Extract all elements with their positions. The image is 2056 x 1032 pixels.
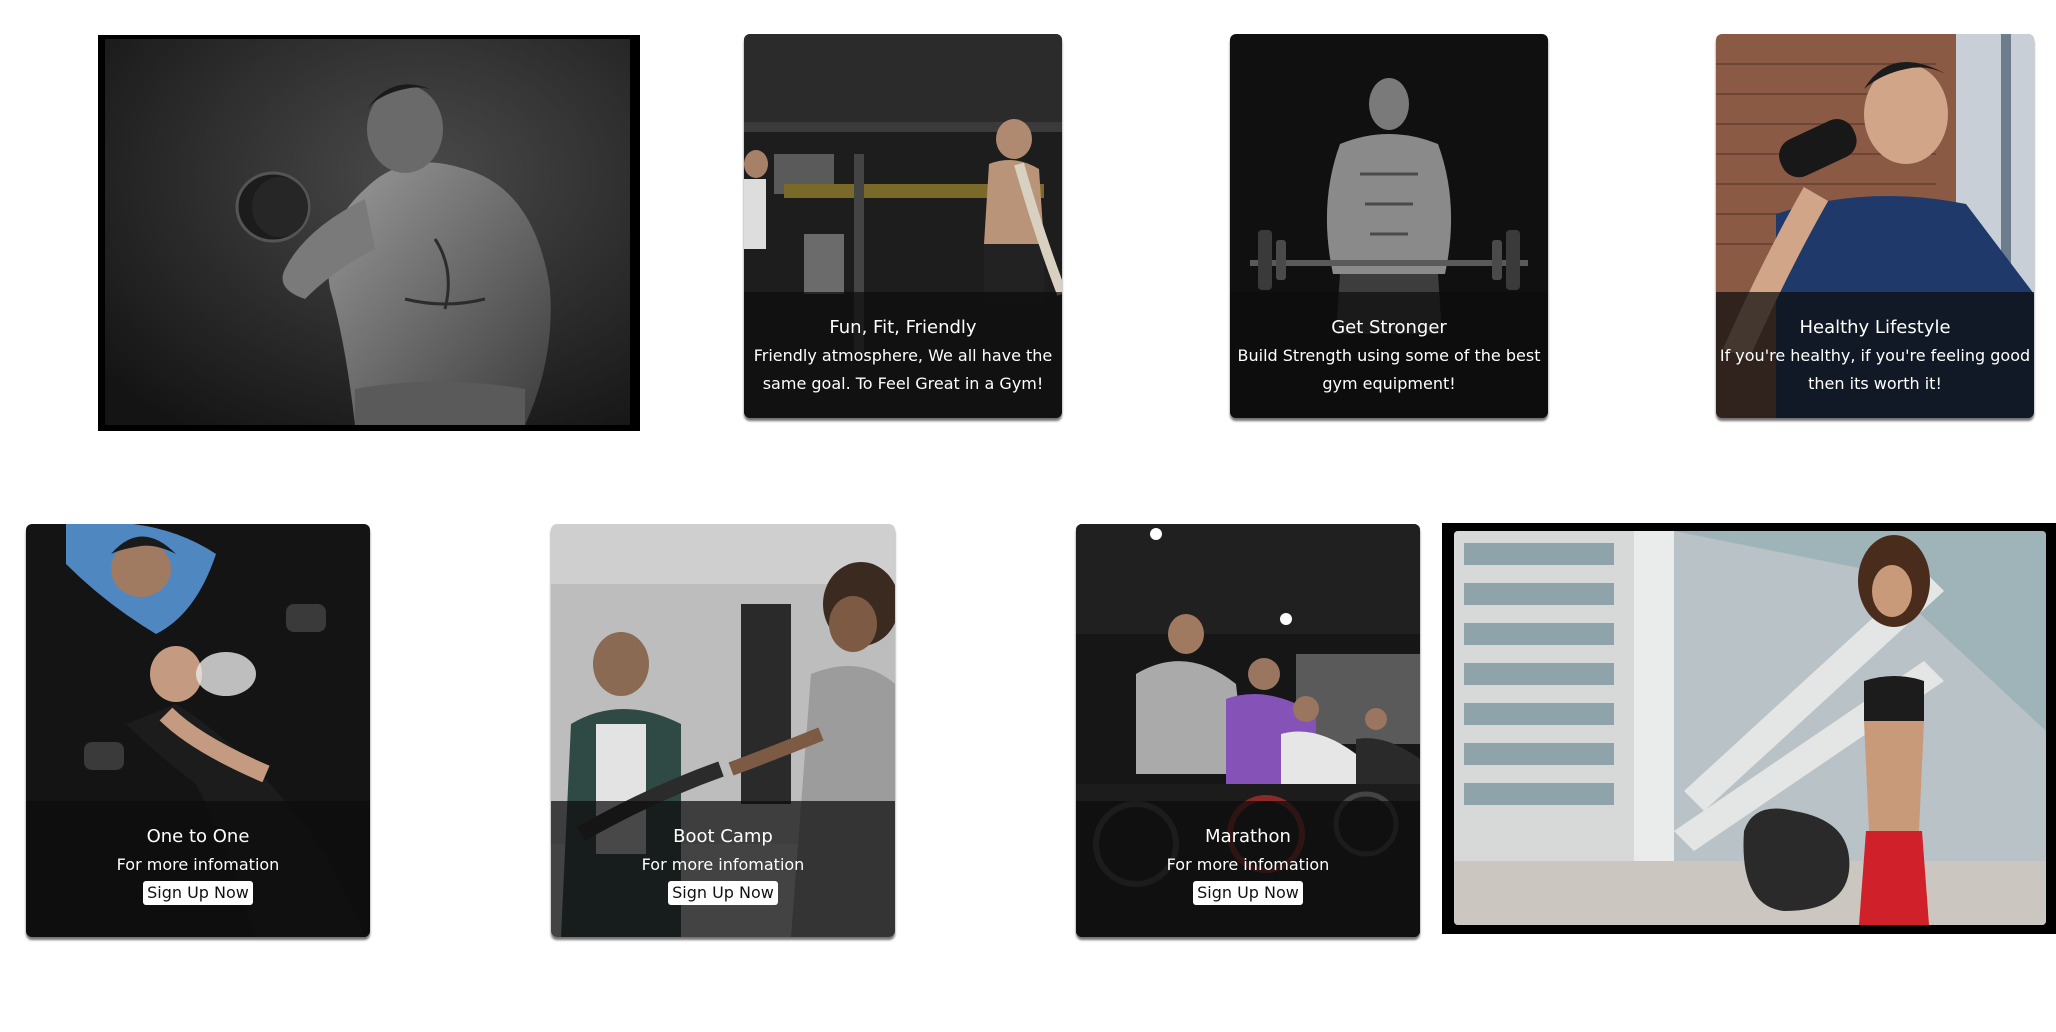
sign-up-button[interactable]: Sign Up Now: [1193, 881, 1303, 905]
card-description: Build Strength using some of the best gy…: [1237, 346, 1541, 393]
feature-image-frame-bottom: [1442, 523, 2056, 934]
class-card-marathon: Marathon For more infomation Sign Up Now: [1076, 524, 1420, 937]
class-card-one-to-one: One to One For more infomation Sign Up N…: [26, 524, 370, 937]
card-description: For more infomation: [641, 855, 805, 874]
card-title: One to One: [146, 826, 250, 847]
card-title: Get Stronger: [1331, 317, 1447, 338]
card-caption: One to One For more infomation Sign Up N…: [26, 801, 370, 937]
feature-image-frame-top: [98, 35, 640, 431]
card-description: If you're healthy, if you're feeling goo…: [1719, 346, 2031, 393]
card-description: Friendly atmosphere, We all have the sam…: [753, 346, 1053, 393]
feature-card-fun-fit-friendly: Fun, Fit, Friendly Friendly atmosphere, …: [744, 34, 1062, 418]
class-card-boot-camp: Boot Camp For more infomation Sign Up No…: [551, 524, 895, 937]
sign-up-button[interactable]: Sign Up Now: [143, 881, 253, 905]
bodybuilder-dumbbell-photo-icon: [105, 39, 630, 425]
card-caption: Marathon For more infomation Sign Up Now: [1076, 801, 1420, 937]
card-description: For more infomation: [116, 855, 280, 874]
card-description: For more infomation: [1166, 855, 1330, 874]
sign-up-button[interactable]: Sign Up Now: [668, 881, 778, 905]
feature-card-get-stronger: Get Stronger Build Strength using some o…: [1230, 34, 1548, 418]
card-caption: Boot Camp For more infomation Sign Up No…: [551, 801, 895, 937]
feature-card-healthy-lifestyle: Healthy Lifestyle If you're healthy, if …: [1716, 34, 2034, 418]
card-title: Healthy Lifestyle: [1799, 317, 1951, 338]
card-title: Marathon: [1205, 826, 1291, 847]
card-caption: Healthy Lifestyle If you're healthy, if …: [1716, 292, 2034, 418]
card-caption: Fun, Fit, Friendly Friendly atmosphere, …: [744, 292, 1062, 418]
card-caption: Get Stronger Build Strength using some o…: [1230, 292, 1548, 418]
woman-with-gym-bag-photo-icon: [1454, 531, 2046, 925]
card-title: Boot Camp: [673, 826, 773, 847]
card-title: Fun, Fit, Friendly: [829, 317, 977, 338]
